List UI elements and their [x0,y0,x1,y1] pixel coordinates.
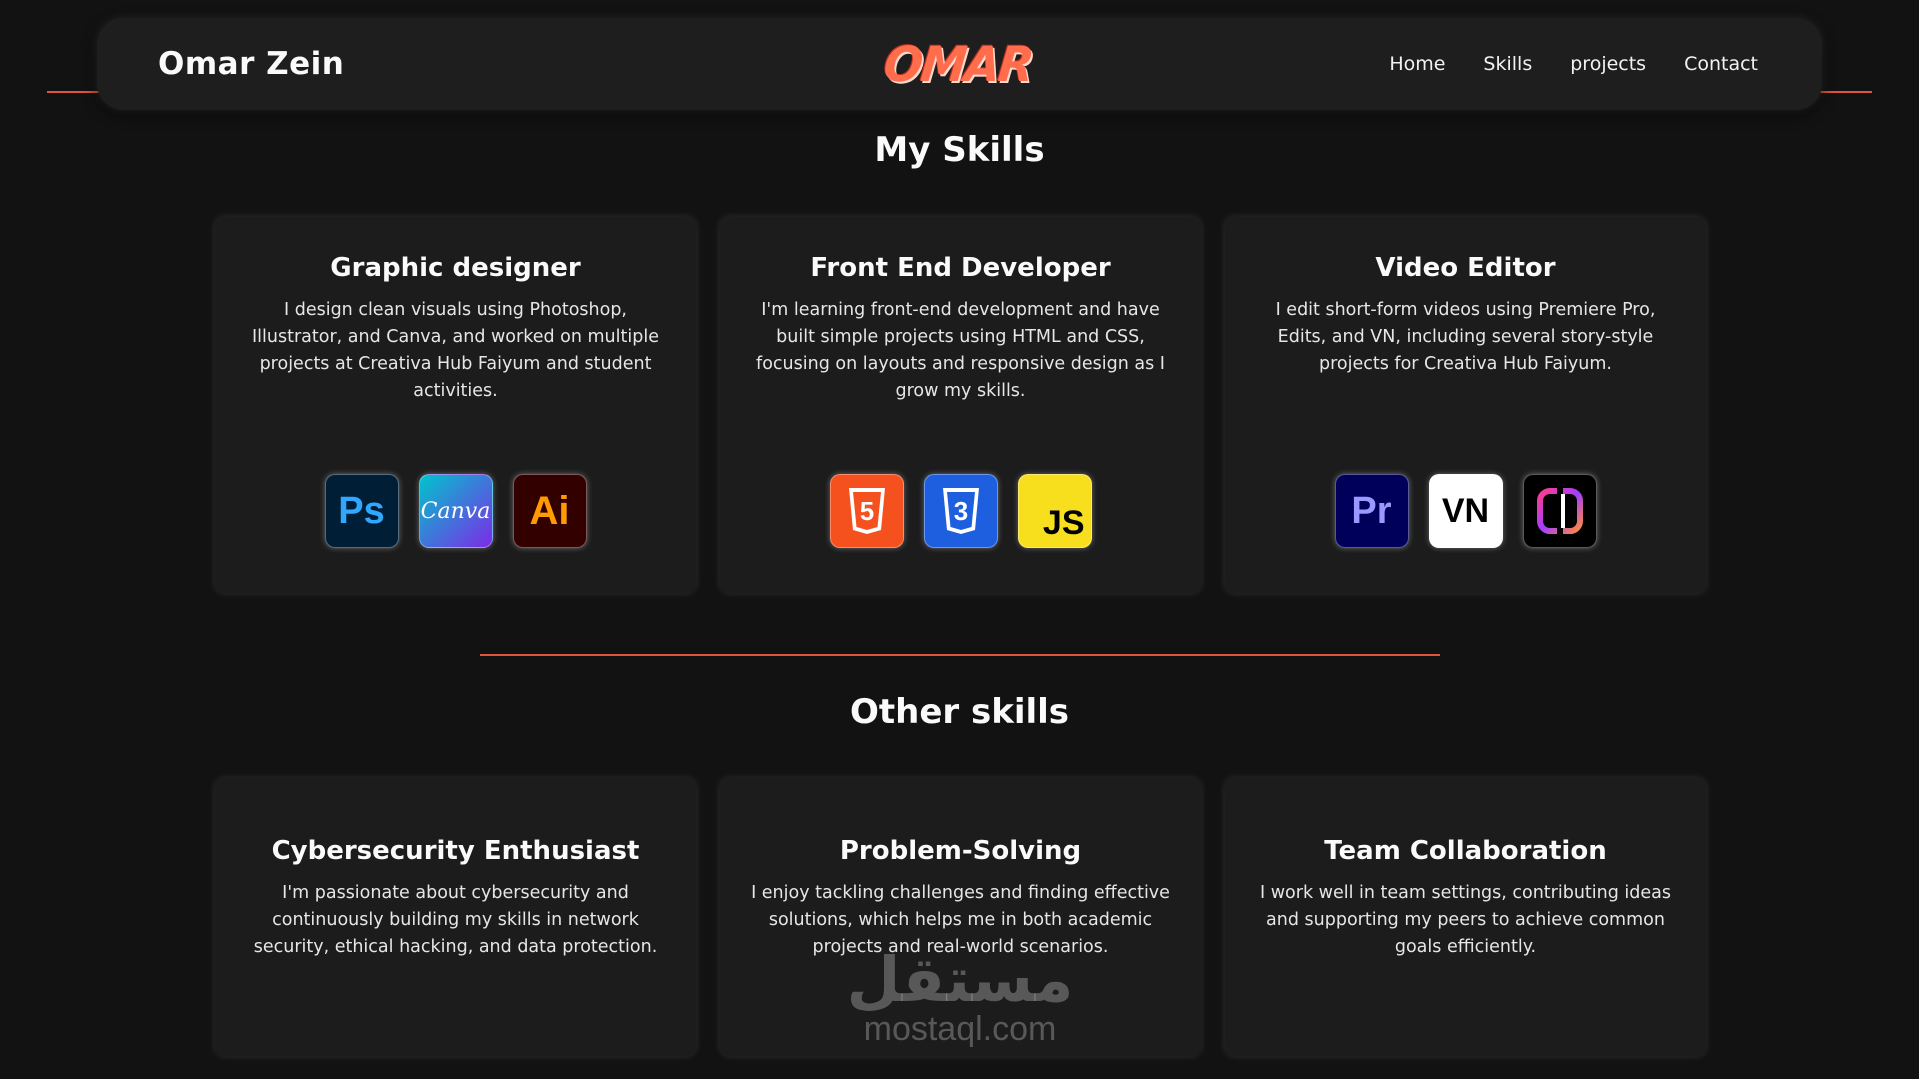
header-accent-line-left [47,91,101,93]
card-description: I'm learning front-end development and h… [756,300,1165,401]
card-title: Front End Developer [810,253,1111,283]
card-title: Problem-Solving [839,836,1082,866]
card-description: I'm passionate about cybersecurity and c… [253,883,658,957]
navbar: Omar Zein OMAR Home Skills projects Cont… [97,18,1822,110]
other-card-problem-solving: Problem-Solving I enjoy tackling challen… [720,778,1201,1056]
section-divider [480,654,1440,656]
javascript-icon: JS [1017,474,1092,548]
brand-name[interactable]: Omar Zein [158,46,558,82]
nav-home[interactable]: Home [1389,53,1445,75]
html5-label: 5 [859,496,873,526]
omar-logo[interactable]: OMAR [881,36,1035,93]
photoshop-icon: Ps [324,474,399,548]
html5-shield-icon: 5 [848,488,885,534]
html5-icon: 5 [829,474,904,548]
card-title: Cybersecurity Enthusiast [271,836,640,866]
card-description: I design clean visuals using Photoshop, … [252,300,659,401]
css3-label: 3 [953,496,967,526]
other-skills-title: Other skills [849,692,1070,732]
card-title: Graphic designer [330,253,581,283]
nav-skills[interactable]: Skills [1483,53,1532,75]
nav-links: Home Skills projects Contact [1358,53,1758,75]
illustrator-icon: Ai [512,474,587,548]
skill-card-video-editor: Video Editor I edit short-form videos us… [1225,217,1706,593]
premiere-pro-icon: Pr [1334,474,1409,548]
tool-icons: Pr VN [1225,474,1706,548]
tool-icons: Ps Canva Ai [215,474,696,548]
skill-card-front-end-developer: Front End Developer I'm learning front-e… [720,217,1201,593]
css3-shield-icon: 3 [942,488,979,534]
page: Omar Zein OMAR Home Skills projects Cont… [0,0,1919,1079]
other-card-cybersecurity: Cybersecurity Enthusiast I'm passionate … [215,778,696,1056]
header-accent-line-right [1820,91,1872,93]
vn-icon: VN [1428,474,1503,548]
css3-icon: 3 [923,474,998,548]
nav-contact[interactable]: Contact [1684,53,1758,75]
edits-glyph-icon [1536,488,1583,534]
card-title: Video Editor [1375,253,1556,283]
card-title: Team Collaboration [1324,836,1607,866]
other-card-team-collaboration: Team Collaboration I work well in team s… [1225,778,1706,1056]
card-description: I enjoy tackling challenges and finding … [751,883,1170,957]
tool-icons: 5 3 JS [720,474,1201,548]
nav-projects[interactable]: projects [1570,53,1646,75]
canva-icon: Canva [418,474,493,548]
skill-card-graphic-designer: Graphic designer I design clean visuals … [215,217,696,593]
my-skills-title: My Skills [874,130,1045,170]
card-description: I edit short-form videos using Premiere … [1275,300,1656,374]
card-description: I work well in team settings, contributi… [1260,883,1671,957]
edits-icon [1522,474,1597,548]
